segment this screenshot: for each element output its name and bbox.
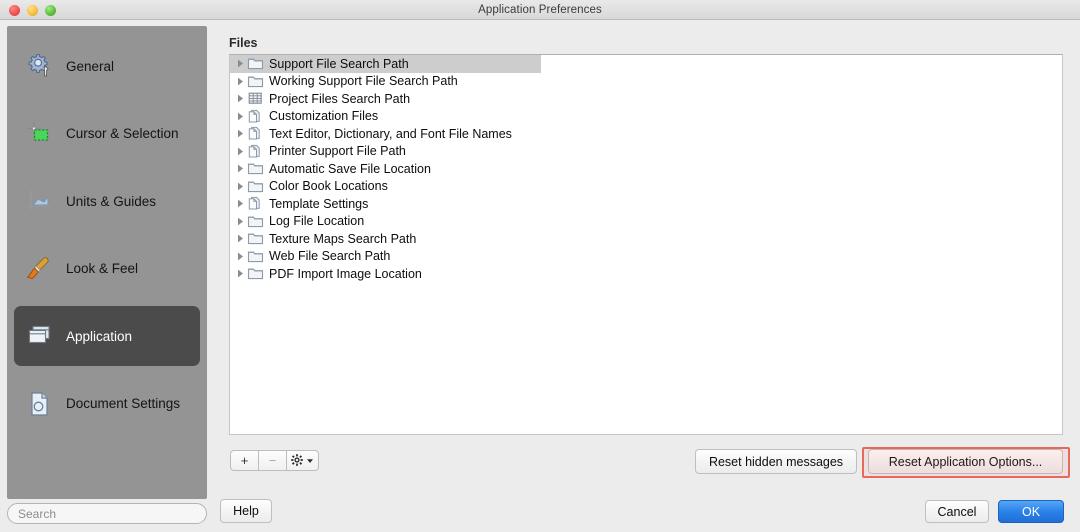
list-item[interactable]: Support File Search Path xyxy=(230,55,541,73)
crosshair-marquee-icon xyxy=(24,119,54,149)
document-icon xyxy=(247,144,264,159)
disclosure-triangle-icon[interactable] xyxy=(233,234,247,243)
sidebar-item-units-guides[interactable]: Units & Guides xyxy=(14,171,200,231)
list-item-label: Log File Location xyxy=(269,214,365,229)
list-item-label: Color Book Locations xyxy=(269,179,388,194)
folder-icon xyxy=(247,161,264,176)
list-item-label: Template Settings xyxy=(269,196,369,211)
folder-icon xyxy=(247,179,264,194)
sidebar: General Cursor & Selection Units & Guides L… xyxy=(7,26,207,499)
disclosure-triangle-icon[interactable] xyxy=(233,77,247,86)
sidebar-item-application[interactable]: Application xyxy=(14,306,200,366)
list-item[interactable]: Printer Support File Path xyxy=(230,143,1062,161)
list-item[interactable]: Project Files Search Path xyxy=(230,90,1062,108)
paintbrush-icon xyxy=(24,254,54,284)
chevron-down-icon xyxy=(307,458,313,463)
disclosure-triangle-icon[interactable] xyxy=(233,147,247,156)
help-button[interactable]: Help xyxy=(220,499,272,523)
list-item-label: Text Editor, Dictionary, and Font File N… xyxy=(269,126,512,141)
list-item-label: Automatic Save File Location xyxy=(269,161,431,176)
sidebar-item-cursor-selection[interactable]: Cursor & Selection xyxy=(14,104,200,164)
window-title: Application Preferences xyxy=(478,4,602,16)
list-item[interactable]: Texture Maps Search Path xyxy=(230,230,1062,248)
disclosure-triangle-icon[interactable] xyxy=(233,252,247,261)
folder-icon xyxy=(247,249,264,264)
sidebar-item-label: Application xyxy=(66,328,133,344)
list-item-label: Support File Search Path xyxy=(269,56,409,71)
sidebar-item-label: General xyxy=(66,58,115,74)
gear-wrench-icon xyxy=(24,51,54,81)
list-toolbar: + − xyxy=(230,450,319,471)
document-icon xyxy=(247,196,264,211)
document-icon xyxy=(247,109,264,124)
axis-ruler-icon xyxy=(24,186,54,216)
sidebar-item-label: Units & Guides xyxy=(66,193,157,209)
list-item[interactable]: Web File Search Path xyxy=(230,248,1062,266)
list-item[interactable]: Working Support File Search Path xyxy=(230,73,1062,91)
disclosure-triangle-icon[interactable] xyxy=(233,217,247,226)
gear-dropdown-button[interactable] xyxy=(286,450,319,471)
files-list[interactable]: Support File Search Path Working Support … xyxy=(229,54,1063,435)
list-item[interactable]: Log File Location xyxy=(230,213,1062,231)
sidebar-item-general[interactable]: General xyxy=(14,36,200,96)
list-item[interactable]: Template Settings xyxy=(230,195,1062,213)
list-item-label: Customization Files xyxy=(269,109,379,124)
list-item[interactable]: Text Editor, Dictionary, and Font File N… xyxy=(230,125,1062,143)
document-page-icon xyxy=(24,389,54,419)
document-icon xyxy=(247,126,264,141)
gear-icon xyxy=(291,454,303,466)
list-item-label: Project Files Search Path xyxy=(269,91,411,106)
grid-icon xyxy=(247,91,264,106)
list-item[interactable]: Color Book Locations xyxy=(230,178,1062,196)
titlebar: Application Preferences xyxy=(0,0,1080,20)
list-item[interactable]: Automatic Save File Location xyxy=(230,160,1062,178)
ok-button[interactable]: OK xyxy=(998,500,1064,523)
cancel-button[interactable]: Cancel xyxy=(925,500,989,523)
folder-icon xyxy=(247,231,264,246)
reset-hidden-messages-button[interactable]: Reset hidden messages xyxy=(695,449,857,474)
sidebar-item-label: Cursor & Selection xyxy=(66,126,179,141)
disclosure-triangle-icon[interactable] xyxy=(233,182,247,191)
disclosure-triangle-icon[interactable] xyxy=(233,94,247,103)
folder-icon xyxy=(247,266,264,281)
sidebar-item-look-feel[interactable]: Look & Feel xyxy=(14,239,200,299)
preferences-window: Application Preferences General Cursor & … xyxy=(0,0,1080,532)
list-item[interactable]: Customization Files xyxy=(230,108,1062,126)
folder-icon xyxy=(247,214,264,229)
section-label-files: Files xyxy=(229,36,258,50)
remove-entry-button[interactable]: − xyxy=(258,450,286,471)
list-item-label: Web File Search Path xyxy=(269,249,391,264)
disclosure-triangle-icon[interactable] xyxy=(233,112,247,121)
folder-icon xyxy=(247,56,264,71)
list-item[interactable]: PDF Import Image Location xyxy=(230,265,1062,283)
folder-icon xyxy=(247,74,264,89)
list-item-label: Working Support File Search Path xyxy=(269,74,458,89)
list-item-label: PDF Import Image Location xyxy=(269,266,422,281)
stacked-windows-icon xyxy=(24,321,54,351)
disclosure-triangle-icon[interactable] xyxy=(233,129,247,138)
search-input[interactable] xyxy=(7,503,207,524)
disclosure-triangle-icon[interactable] xyxy=(233,59,247,68)
list-item-label: Texture Maps Search Path xyxy=(269,231,417,246)
reset-application-options-button[interactable]: Reset Application Options... xyxy=(868,449,1063,474)
disclosure-triangle-icon[interactable] xyxy=(233,199,247,208)
disclosure-triangle-icon[interactable] xyxy=(233,269,247,278)
sidebar-item-label: Look & Feel xyxy=(66,261,139,276)
sidebar-item-label: Document Settings xyxy=(66,396,181,411)
list-item-label: Printer Support File Path xyxy=(269,144,406,159)
sidebar-item-document-settings[interactable]: Document Settings xyxy=(14,374,200,434)
add-entry-button[interactable]: + xyxy=(230,450,258,471)
disclosure-triangle-icon[interactable] xyxy=(233,164,247,173)
